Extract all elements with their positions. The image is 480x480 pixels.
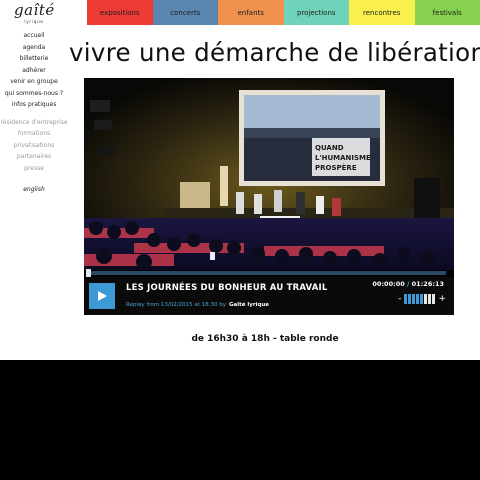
stage-light (94, 120, 112, 130)
volume-bar (420, 294, 424, 304)
tab-rencontres[interactable]: rencontres (349, 0, 415, 25)
tab-festivals[interactable]: festivals (414, 0, 480, 25)
video-frame[interactable]: QUAND L'HUMANISME PROSPÈRE (84, 78, 454, 270)
slide-text: PROSPÈRE (315, 163, 357, 172)
sidebar: accueil agenda billetterie adhérer venir… (0, 30, 68, 193)
sidebar-primary-menu: accueil agenda billetterie adhérer venir… (0, 30, 68, 111)
sidebar-item-venir-en-groupe[interactable]: venir en groupe (0, 76, 68, 88)
volume-up-button[interactable]: + (438, 294, 446, 304)
progress-bar[interactable] (88, 271, 446, 275)
sidebar-item-formations[interactable]: formations (0, 128, 68, 140)
volume-control: - + (398, 294, 446, 304)
sidebar-item-accueil[interactable]: accueil (0, 30, 68, 42)
time-total: 01:26:13 (411, 280, 444, 288)
sidebar-item-presse[interactable]: presse (0, 163, 68, 175)
tab-projections[interactable]: projections (283, 0, 349, 25)
slide-text: L'HUMANISME (315, 154, 371, 162)
replay-info: Replay from 13/02/2015 at 18:30 by (126, 302, 226, 308)
sidebar-item-billetterie[interactable]: billetterie (0, 53, 68, 65)
stage-light (98, 146, 114, 156)
logo-wordmark: gaîté (14, 1, 55, 19)
page: gaîté lyrique expositions concerts enfan… (0, 0, 480, 360)
gaite-lyrique-logo[interactable]: gaîté lyrique (14, 2, 54, 26)
time-separator: / (407, 280, 410, 288)
tab-expositions[interactable]: expositions (87, 0, 153, 25)
volume-bar (412, 294, 416, 304)
sidebar-item-agenda[interactable]: agenda (0, 42, 68, 54)
volume-bar (424, 294, 428, 304)
slide-text: QUAND (315, 144, 344, 152)
video-meta: Replay from 13/02/2015 at 18:30 by Gaîté … (126, 302, 269, 308)
timecode: 00:00:00 / 01:26:13 (372, 280, 444, 288)
volume-bar (416, 294, 420, 304)
play-button[interactable] (89, 283, 115, 309)
sidebar-item-residence[interactable]: résidence d'entreprise (0, 117, 68, 129)
sidebar-item-adherer[interactable]: adhérer (0, 65, 68, 77)
sidebar-item-partenaires[interactable]: partenaires (0, 151, 68, 163)
tab-concerts[interactable]: concerts (152, 0, 218, 25)
logo-subtitle: lyrique (24, 19, 44, 24)
volume-bar (432, 294, 436, 304)
volume-bar (408, 294, 412, 304)
session-caption: de 16h30 à 18h - table ronde (191, 334, 339, 344)
channel-name[interactable]: Gaîté lyrique (229, 302, 269, 308)
volume-bars[interactable] (404, 294, 436, 304)
play-icon (98, 291, 107, 301)
sidebar-secondary-menu: résidence d'entreprise formations privat… (0, 117, 68, 175)
player-controls: LES JOURNÉES DU BONHEUR AU TRAVAIL Repla… (84, 277, 454, 315)
tab-label: projections (296, 8, 336, 17)
tab-label: enfants (237, 8, 264, 17)
time-current: 00:00:00 (372, 280, 405, 288)
sidebar-item-infos-pratiques[interactable]: infos pratiques (0, 99, 68, 111)
top-navigation: expositions concerts enfants projections… (87, 0, 480, 25)
sidebar-item-privatisations[interactable]: privatisations (0, 140, 68, 152)
tab-label: expositions (99, 8, 140, 17)
volume-bar (428, 294, 432, 304)
sidebar-item-qui-sommes-nous[interactable]: qui sommes-nous ? (0, 88, 68, 100)
progress-handle[interactable] (86, 269, 91, 277)
tab-label: rencontres (363, 8, 401, 17)
video-player[interactable]: QUAND L'HUMANISME PROSPÈRE LES JOURNÉES … (84, 78, 454, 315)
tab-label: festivals (432, 8, 462, 17)
volume-down-button[interactable]: - (398, 294, 401, 304)
tab-label: concerts (170, 8, 201, 17)
volume-bar (404, 294, 408, 304)
tab-enfants[interactable]: enfants (218, 0, 284, 25)
language-switch-english[interactable]: english (0, 186, 68, 193)
page-title: vivre une démarche de libération (69, 38, 480, 67)
video-title: LES JOURNÉES DU BONHEUR AU TRAVAIL (126, 283, 328, 293)
stage-light (90, 100, 110, 112)
